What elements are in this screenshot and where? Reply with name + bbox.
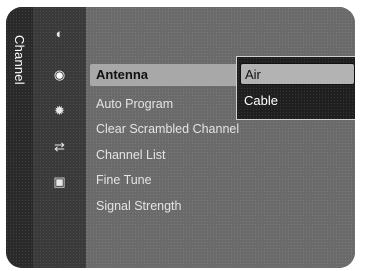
channel-icon-glyph: ◉ <box>53 67 66 82</box>
picture-icon-glyph: ◐ <box>55 25 64 41</box>
menu-item-auto-program[interactable]: Auto Program <box>96 93 173 115</box>
picture-icon[interactable]: ◐ <box>33 21 86 45</box>
side-tab: Channel <box>6 7 33 268</box>
application-icon[interactable]: ▣ <box>33 170 86 194</box>
menu-item-clear-scrambled-channel[interactable]: Clear Scrambled Channel <box>96 118 239 140</box>
antenna-submenu: Air Cable <box>236 56 355 120</box>
application-icon-glyph: ▣ <box>53 174 66 189</box>
channel-icon[interactable]: ◉ <box>33 63 86 87</box>
category-icon-column: ◐ ◉ ✹ ⇄ ▣ <box>33 7 86 268</box>
setup-icon-glyph: ✹ <box>54 103 65 118</box>
menu-item-fine-tune[interactable]: Fine Tune <box>96 169 152 191</box>
menu-item-antenna[interactable]: Antenna <box>90 64 256 86</box>
side-tab-label: Channel <box>12 35 27 85</box>
setup-icon[interactable]: ✹ <box>33 99 86 123</box>
menu-content-panel: Antenna Auto Program Clear Scrambled Cha… <box>86 7 355 268</box>
menu-item-channel-list[interactable]: Channel List <box>96 144 166 166</box>
input-icon-glyph: ⇄ <box>54 139 65 154</box>
input-icon[interactable]: ⇄ <box>33 135 86 159</box>
menu-item-signal-strength[interactable]: Signal Strength <box>96 195 181 217</box>
channel-menu-window: Channel ◐ ◉ ✹ ⇄ ▣ Antenna Auto Program C… <box>6 7 355 268</box>
option-air[interactable]: Air <box>240 63 355 85</box>
option-cable[interactable]: Cable <box>244 91 278 111</box>
